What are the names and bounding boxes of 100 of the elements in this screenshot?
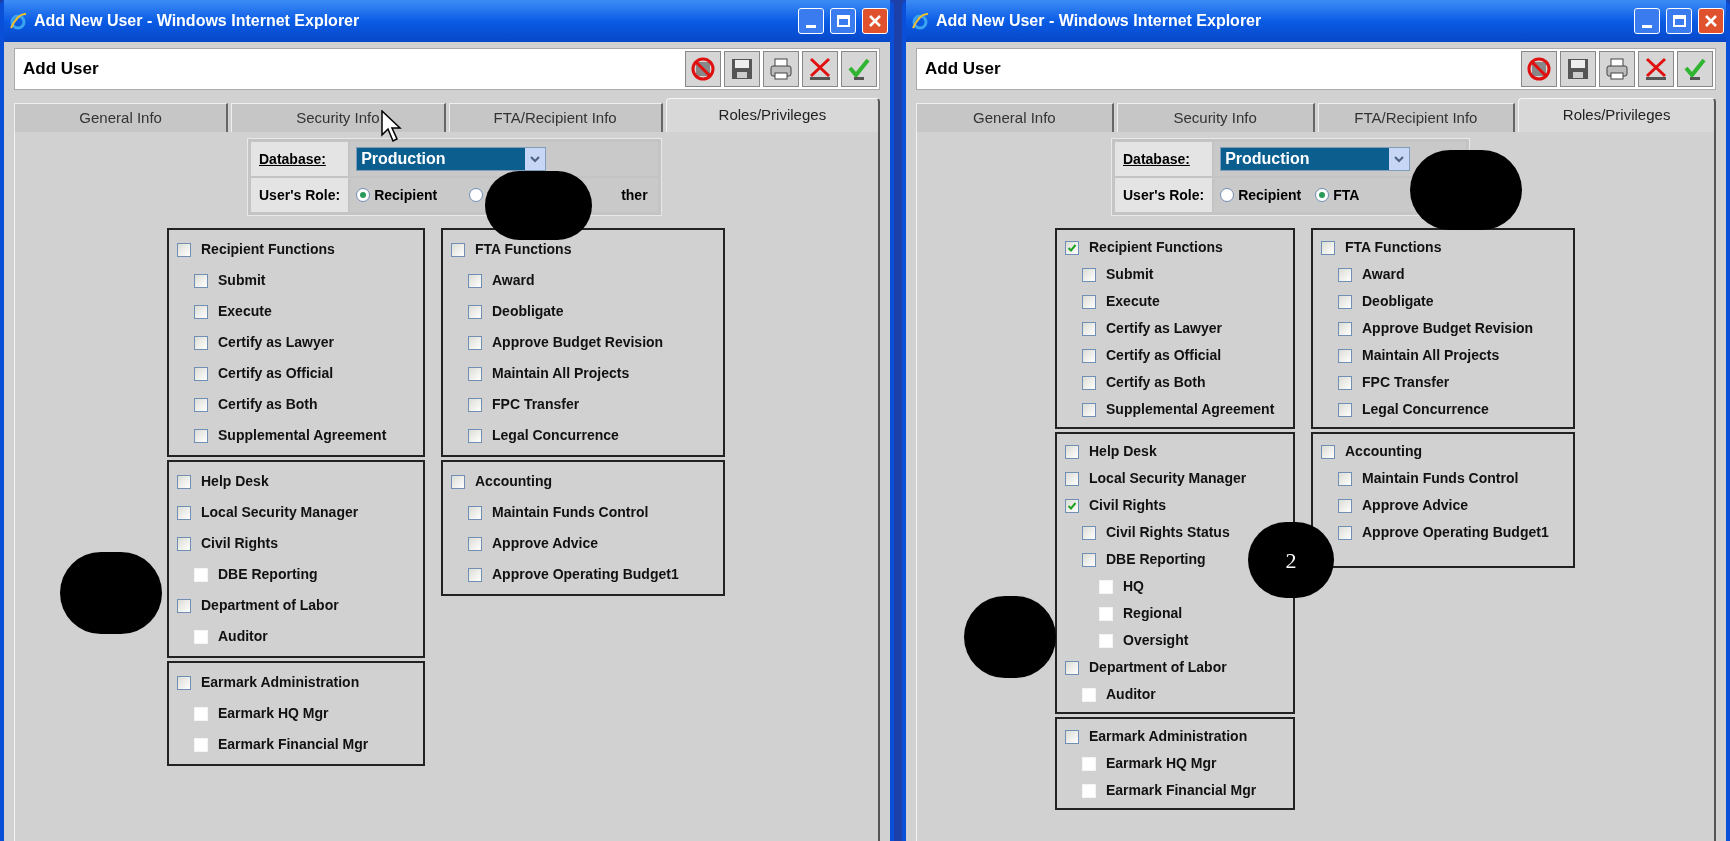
checkbox[interactable] [194, 304, 208, 319]
checkbox[interactable] [1065, 660, 1079, 675]
checkbox[interactable] [194, 428, 208, 443]
checkbox[interactable] [468, 428, 482, 443]
checkbox[interactable] [177, 474, 191, 489]
checkbox-label: Approve Advice [1362, 496, 1469, 515]
checkbox[interactable] [177, 598, 191, 613]
checkbox[interactable] [468, 505, 482, 520]
checkbox-label: Regional [1123, 604, 1183, 623]
checkbox[interactable] [1338, 294, 1352, 309]
checkbox[interactable] [194, 366, 208, 381]
database-dropdown[interactable]: Production [1220, 147, 1411, 171]
maximize-button[interactable] [830, 8, 856, 34]
checkbox-label: Supplemental Agreement [218, 426, 387, 445]
database-dropdown[interactable]: Production [356, 147, 547, 171]
checkbox[interactable] [451, 474, 465, 489]
checkbox[interactable] [1065, 444, 1079, 459]
checkbox[interactable] [1065, 240, 1079, 255]
ok-button[interactable] [841, 51, 877, 87]
checkbox[interactable] [177, 242, 191, 257]
checkbox[interactable] [1321, 240, 1335, 255]
checkbox-label: Approve Operating Budget1 [1362, 523, 1549, 542]
checkbox-label: Approve Advice [492, 534, 599, 553]
checkbox[interactable] [1338, 321, 1352, 336]
close-button[interactable] [862, 8, 888, 34]
checkbox[interactable] [451, 242, 465, 257]
tab[interactable]: FTA/Recipient Info [1317, 103, 1516, 132]
save-button[interactable] [724, 51, 760, 87]
cancel-button[interactable] [1638, 51, 1674, 87]
radio-button[interactable] [469, 188, 484, 202]
tab[interactable]: General Info [916, 103, 1114, 132]
checkbox[interactable] [468, 304, 482, 319]
minimize-icon [806, 25, 816, 28]
no-entry-button[interactable] [1521, 51, 1557, 87]
minimize-button[interactable] [1634, 8, 1660, 34]
minimize-button[interactable] [798, 8, 824, 34]
checkbox[interactable] [194, 397, 208, 412]
print-button[interactable] [763, 51, 799, 87]
checkbox[interactable] [177, 675, 191, 690]
checkbox[interactable] [1082, 348, 1096, 363]
checkbox-label: Award [492, 271, 535, 290]
checkbox-label: Civil Rights Status [1106, 523, 1230, 542]
checkbox-label: Submit [1106, 265, 1154, 284]
checkbox[interactable] [468, 366, 482, 381]
checkbox[interactable] [177, 536, 191, 551]
checkbox[interactable] [1082, 552, 1096, 567]
checkbox[interactable] [1338, 375, 1352, 390]
checkbox[interactable] [1338, 402, 1352, 417]
checkbox[interactable] [1338, 498, 1352, 513]
radio-button[interactable] [1220, 188, 1235, 202]
checkbox[interactable] [1065, 498, 1079, 513]
checkbox-label: Local Security Manager [1089, 469, 1247, 488]
print-button[interactable] [1599, 51, 1635, 87]
checkbox[interactable] [1082, 525, 1096, 540]
checkbox[interactable] [1082, 402, 1096, 417]
tab[interactable]: Security Info [231, 103, 446, 132]
checkbox[interactable] [1338, 348, 1352, 363]
tab[interactable]: Roles/Privileges [665, 98, 880, 132]
checkbox-label: FTA Functions [1345, 238, 1442, 257]
checkbox-label: Supplemental Agreement [1106, 400, 1275, 419]
checkbox-label: Accounting [475, 472, 552, 491]
checkbox[interactable] [1321, 444, 1335, 459]
maximize-button[interactable] [1666, 8, 1692, 34]
no-entry-button[interactable] [685, 51, 721, 87]
checkbox[interactable] [468, 273, 482, 288]
checkbox[interactable] [468, 536, 482, 551]
checkbox[interactable] [1065, 471, 1079, 486]
checkbox[interactable] [177, 505, 191, 520]
checkbox[interactable] [194, 273, 208, 288]
tab[interactable]: Security Info [1116, 103, 1315, 132]
checkbox[interactable] [1082, 321, 1096, 336]
save-button[interactable] [1560, 51, 1596, 87]
checkbox-label: Earmark Financial Mgr [218, 735, 369, 754]
checkbox[interactable] [1338, 525, 1352, 540]
checkbox[interactable] [1065, 729, 1079, 744]
checkbox[interactable] [1082, 375, 1096, 390]
checkbox[interactable] [468, 397, 482, 412]
tab[interactable]: FTA/Recipient Info [448, 103, 663, 132]
checkmark-icon [846, 56, 872, 82]
checkbox[interactable] [1082, 267, 1096, 282]
ok-button[interactable] [1677, 51, 1713, 87]
radio-button[interactable] [356, 188, 371, 202]
checkbox[interactable] [468, 335, 482, 350]
checkbox-label: Maintain All Projects [1362, 346, 1500, 365]
checkbox[interactable] [1338, 267, 1352, 282]
radio-button[interactable] [1315, 188, 1330, 202]
checkbox-label: Certify as Lawyer [218, 333, 334, 352]
checkbox-label: Recipient Functions [201, 240, 335, 259]
checkbox[interactable] [1082, 294, 1096, 309]
checkbox-label: Recipient Functions [1089, 238, 1223, 257]
radio-label: Recipient [374, 185, 438, 205]
maximize-icon [836, 15, 850, 27]
tab[interactable]: General Info [14, 103, 229, 132]
cancel-button[interactable] [802, 51, 838, 87]
checkbox[interactable] [1338, 471, 1352, 486]
mouse-cursor-icon [381, 110, 403, 144]
tab[interactable]: Roles/Privileges [1518, 98, 1716, 132]
checkbox[interactable] [194, 335, 208, 350]
checkbox[interactable] [468, 567, 482, 582]
close-button[interactable] [1698, 8, 1724, 34]
